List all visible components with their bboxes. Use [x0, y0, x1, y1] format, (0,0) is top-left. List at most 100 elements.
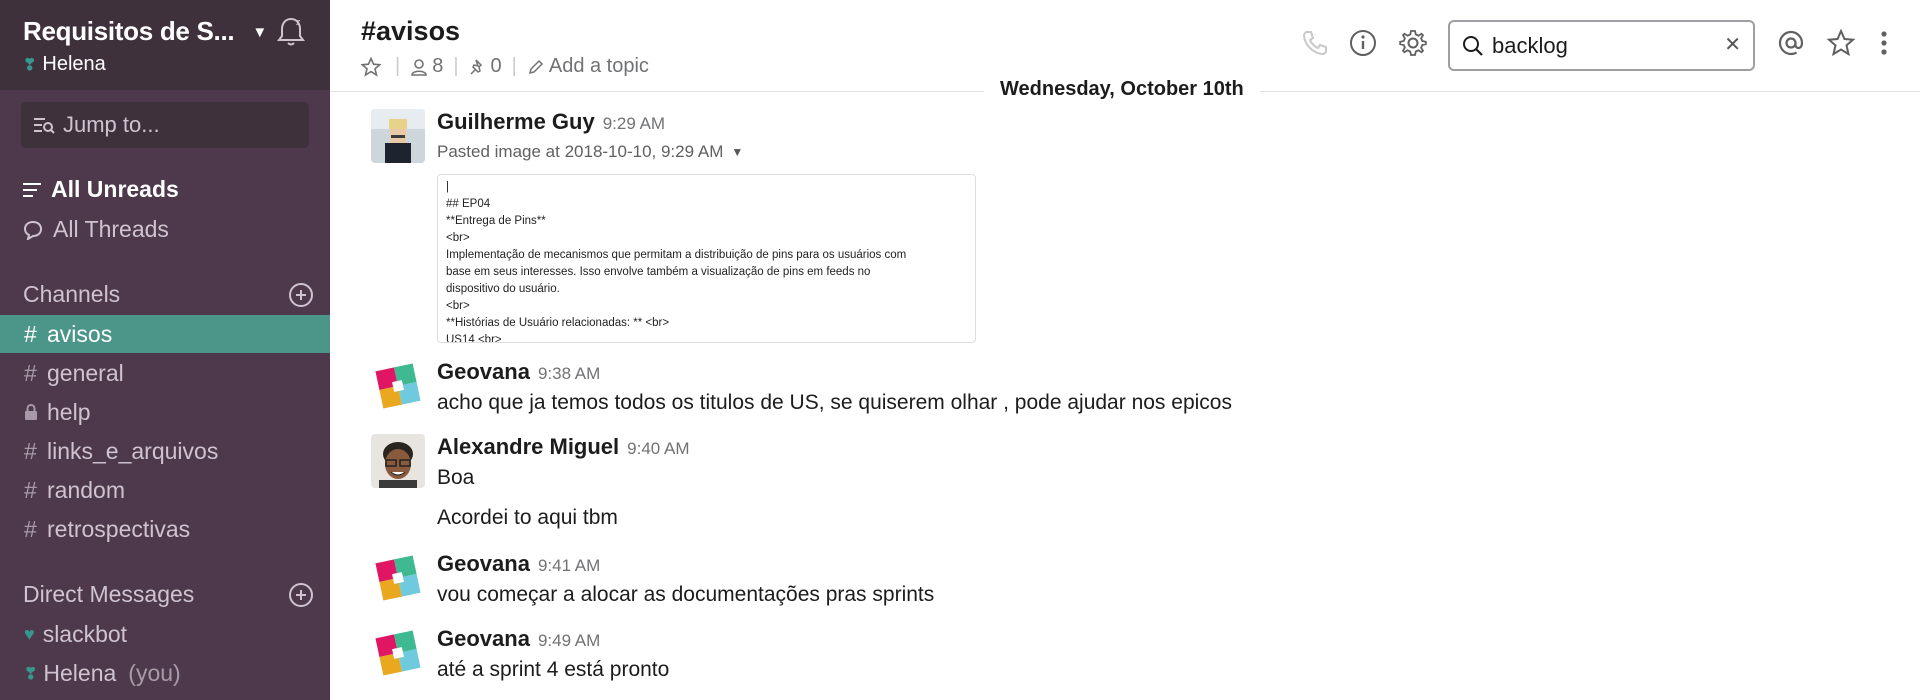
avatar[interactable]	[371, 551, 425, 605]
threads-icon	[23, 220, 43, 240]
message-author[interactable]: Guilherme Guy	[437, 109, 595, 135]
sidebar-item-random[interactable]: # random	[0, 471, 330, 509]
jump-to-input[interactable]: Jump to...	[21, 102, 309, 148]
message-author[interactable]: Geovana	[437, 551, 530, 577]
date-divider: Wednesday, October 10th	[984, 78, 1260, 101]
search-input[interactable]	[1492, 32, 1712, 59]
message-author[interactable]: Geovana	[437, 359, 530, 385]
preview-line: <br>	[446, 300, 470, 312]
star-icon	[361, 56, 381, 77]
team-header[interactable]: Requisitos de S... ▼ ❣ Helena z	[0, 0, 330, 90]
info-icon[interactable]	[1348, 28, 1378, 58]
message-timestamp[interactable]: 9:38 AM	[538, 364, 600, 384]
add-channel-icon[interactable]	[289, 282, 313, 307]
workspace-name[interactable]: Requisitos de S...	[23, 16, 235, 47]
all-threads-link[interactable]: All Threads	[23, 216, 169, 243]
jump-to-icon	[34, 118, 55, 134]
star-channel-button[interactable]	[361, 56, 385, 77]
preview-line: **Histórias de Usuário relacionadas: ** …	[446, 317, 670, 329]
channels-heading[interactable]: Channels	[23, 281, 120, 308]
hash-icon: #	[24, 320, 37, 347]
call-icon[interactable]	[1300, 28, 1330, 58]
dm-heading[interactable]: Direct Messages	[23, 581, 194, 608]
you-suffix: (you)	[128, 660, 181, 686]
members-count: 8	[432, 55, 444, 77]
preview-line: ## EP04	[446, 198, 491, 210]
sidebar-item-links-e-arquivos[interactable]: # links_e_arquivos	[0, 432, 330, 470]
dm-label: slackbot	[42, 621, 128, 647]
message-author[interactable]: Alexandre Miguel	[437, 434, 619, 460]
preview-line: |	[446, 181, 449, 193]
starred-items-icon[interactable]	[1826, 28, 1856, 58]
channel-label: help	[47, 398, 91, 425]
dm-section-header[interactable]: Direct Messages	[23, 581, 313, 608]
message-timestamp[interactable]: 9:29 AM	[603, 114, 665, 134]
message-author[interactable]: Geovana	[437, 626, 530, 652]
avatar[interactable]	[371, 434, 425, 488]
message-text: Acordei to aqui tbm	[437, 506, 618, 529]
hash-icon: #	[24, 359, 37, 386]
members-button[interactable]: 8	[410, 55, 443, 78]
caret-down-icon[interactable]: ▼	[731, 145, 743, 159]
sidebar-item-avisos[interactable]: # avisos	[0, 315, 330, 353]
sidebar-item-help[interactable]: help	[0, 393, 330, 431]
avatar[interactable]	[371, 359, 425, 413]
mentions-icon[interactable]	[1776, 28, 1806, 58]
add-topic-button[interactable]: Add a topic	[527, 55, 649, 78]
more-options-icon[interactable]	[1876, 28, 1892, 58]
hash-icon: #	[24, 437, 37, 464]
channel-label: general	[47, 359, 124, 386]
member-icon	[411, 58, 428, 76]
channels-section-header[interactable]: Channels	[23, 281, 313, 308]
heart-icon: ♥	[24, 624, 35, 644]
main-panel: #avisos | 8 | 0 | Add a topic backlog ✕ …	[330, 0, 1920, 700]
preview-line: <br>	[446, 232, 470, 244]
message-text: Boa	[437, 466, 475, 489]
current-user-name: Helena	[42, 53, 106, 75]
hash-icon: #	[24, 515, 37, 542]
dm-label: Helena	[43, 660, 117, 686]
divider: |	[511, 55, 517, 77]
notification-bell-icon[interactable]: z	[276, 14, 306, 48]
add-topic-label: Add a topic	[548, 55, 649, 77]
pin-icon	[470, 58, 482, 75]
search-icon	[1463, 35, 1483, 56]
channel-label: retrospectivas	[47, 515, 191, 542]
preview-line: Implementação de mecanismos que permitam…	[446, 249, 907, 261]
clear-search-icon[interactable]: ✕	[1724, 32, 1741, 57]
preview-line: base em seus interesses. Isso envolve ta…	[446, 266, 871, 278]
sidebar-item-general[interactable]: # general	[0, 354, 330, 392]
all-threads-label: All Threads	[53, 216, 169, 242]
sidebar-item-retrospectivas[interactable]: # retrospectivas	[0, 510, 330, 548]
message-timestamp[interactable]: 9:40 AM	[627, 439, 689, 459]
pins-count: 0	[490, 55, 502, 77]
message-text: até a sprint 4 está pronto	[437, 658, 670, 681]
dm-item-slackbot[interactable]: ♥ slackbot	[24, 621, 127, 648]
all-unreads-label: All Unreads	[51, 176, 179, 202]
image-preview[interactable]: | ## EP04 **Entrega de Pins** <br> Imple…	[437, 174, 976, 343]
dm-item-helena[interactable]: ❣ Helena (you)	[24, 660, 181, 687]
message-text: vou começar a alocar as documentações pr…	[437, 583, 935, 606]
all-unreads-link[interactable]: All Unreads	[23, 176, 179, 203]
channel-meta: | 8 | 0 | Add a topic	[361, 55, 649, 78]
jump-to-placeholder: Jump to...	[63, 112, 160, 137]
pasted-image-label: Pasted image at 2018-10-10, 9:29 AM	[437, 142, 724, 161]
message-timestamp[interactable]: 9:41 AM	[538, 556, 600, 576]
away-status-icon: ❣	[24, 665, 38, 683]
avatar[interactable]	[371, 626, 425, 680]
channel-label: links_e_arquivos	[47, 437, 219, 464]
chevron-down-icon[interactable]: ▼	[252, 24, 267, 41]
avatar[interactable]	[371, 109, 425, 163]
file-title[interactable]: Pasted image at 2018-10-10, 9:29 AM ▼	[437, 142, 976, 162]
channel-label: random	[47, 476, 125, 503]
channel-title[interactable]: #avisos	[361, 16, 460, 47]
preview-line: dispositivo do usuário.	[446, 283, 560, 295]
hash-icon: #	[24, 476, 37, 503]
unreads-icon	[23, 182, 41, 197]
search-box[interactable]: ✕	[1448, 20, 1755, 71]
settings-gear-icon[interactable]	[1398, 28, 1428, 58]
add-dm-icon[interactable]	[289, 582, 313, 607]
svg-text:z: z	[296, 17, 301, 27]
pinned-button[interactable]: 0	[469, 55, 502, 78]
message-timestamp[interactable]: 9:49 AM	[538, 631, 600, 651]
